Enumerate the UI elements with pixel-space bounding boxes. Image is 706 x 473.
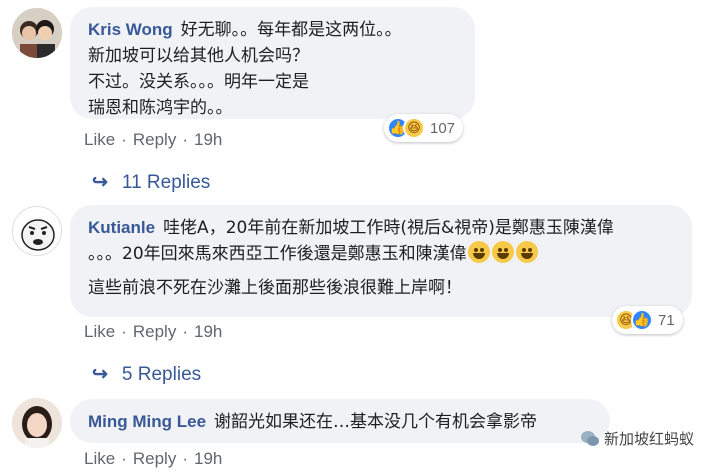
comment-author[interactable]: Kutianle xyxy=(88,218,155,237)
comment-text-line: 不过。没关系。。。明年一定是 xyxy=(88,72,309,92)
comment-text-line: 哇佬A，20年前在新加坡工作時(視后&視帝)是鄭惠玉陳漢偉 xyxy=(163,218,614,238)
wechat-icon xyxy=(580,430,599,446)
reply-button[interactable]: Reply xyxy=(133,322,176,341)
like-button[interactable]: Like xyxy=(84,322,115,341)
comment-bubble: Kris Wong 好无聊。。每年都是这两位。。 新加坡可以给其他人机会吗？ 不过… xyxy=(70,7,475,119)
replies-count-label: 11 Replies xyxy=(121,172,211,193)
cartoon-face-icon xyxy=(13,207,61,255)
laughing-emoji-icon xyxy=(467,241,490,263)
comment-bubble: Ming Ming Lee 谢韶光如果还在…基本没几个有机会拿影帝 xyxy=(70,399,610,443)
watermark: 新加坡红蚂蚁 xyxy=(580,428,694,449)
timestamp[interactable]: 19h xyxy=(194,449,222,468)
view-replies-link[interactable]: ↪ 5 Replies xyxy=(92,363,201,386)
avatar[interactable] xyxy=(12,8,62,58)
timestamp[interactable]: 19h xyxy=(194,322,222,341)
watermark-text: 新加坡红蚂蚁 xyxy=(603,430,694,448)
comment-bubble: Kutianle 哇佬A，20年前在新加坡工作時(視后&視帝)是鄭惠玉陳漢偉 。。… xyxy=(70,205,692,317)
reaction-summary[interactable]: 👍 😆 107 xyxy=(384,114,464,142)
comment-text-line: 這些前浪不死在沙灘上後面那些後浪很難上岸啊！ xyxy=(88,278,462,298)
like-icon: 👍 xyxy=(631,309,653,331)
timestamp[interactable]: 19h xyxy=(194,130,222,149)
comment-text-line: 好无聊。。每年都是这两位。。 xyxy=(180,20,402,40)
like-button[interactable]: Like xyxy=(84,449,115,468)
replies-count-label: 5 Replies xyxy=(121,364,202,385)
like-button[interactable]: Like xyxy=(84,130,115,149)
reply-button[interactable]: Reply xyxy=(133,130,176,149)
avatar-photo-icon xyxy=(12,398,62,448)
comment-text-line: 。。。20年回來馬來西亞工作後還是鄭惠玉和陳漢偉 xyxy=(88,244,467,264)
comment-text-line: 新加坡可以给其他人机会吗？ xyxy=(88,46,309,66)
reaction-summary[interactable]: 😆 👍 71 xyxy=(612,306,683,334)
avatar[interactable] xyxy=(12,206,62,256)
haha-icon: 😆 xyxy=(403,117,425,139)
reaction-count: 71 xyxy=(658,311,675,329)
reply-button[interactable]: Reply xyxy=(133,449,176,468)
comment-author[interactable]: Ming Ming Lee xyxy=(88,412,206,431)
reply-arrow-icon: ↪ xyxy=(92,172,108,193)
smiling-emoji-icon xyxy=(491,241,514,263)
reaction-count: 107 xyxy=(430,119,456,137)
laughing-emoji-icon xyxy=(515,241,538,263)
reply-arrow-icon: ↪ xyxy=(92,364,108,385)
avatar[interactable] xyxy=(12,398,62,448)
comment-author[interactable]: Kris Wong xyxy=(88,20,173,39)
avatar-photo-icon xyxy=(12,8,62,58)
comment-text-line: 谢韶光如果还在…基本没几个有机会拿影帝 xyxy=(214,412,538,432)
view-replies-link[interactable]: ↪ 11 Replies xyxy=(92,171,210,194)
